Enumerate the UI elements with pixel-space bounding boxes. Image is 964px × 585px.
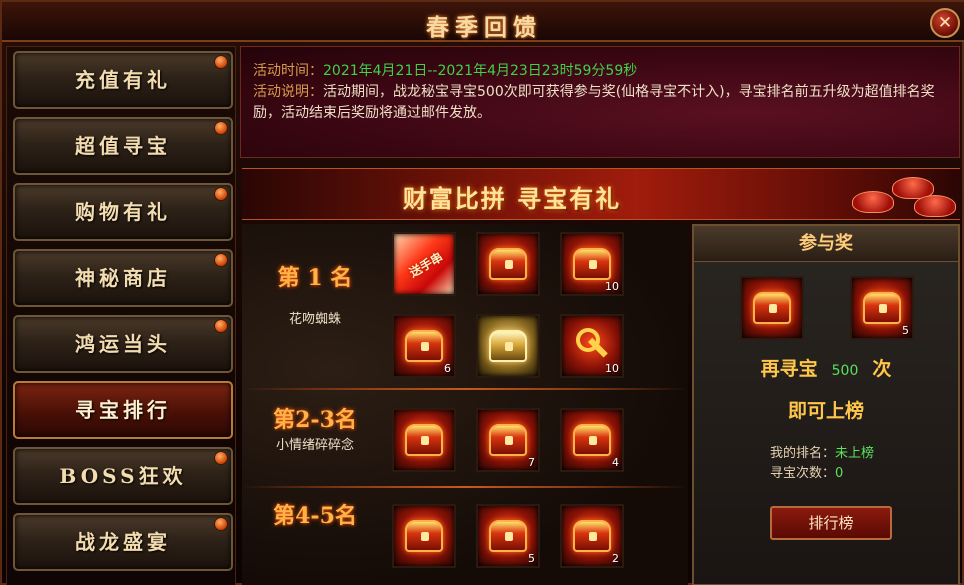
- sidebar-item-label: 战龙盛宴: [75, 530, 171, 554]
- gold-ingot-icon: [914, 195, 956, 217]
- reward-slot[interactable]: 2: [560, 504, 624, 568]
- sidebar-item-label: 充值有礼: [75, 68, 171, 92]
- golden-key-icon: [576, 328, 610, 362]
- sidebar-item-label: 寻宝排行: [75, 398, 171, 422]
- reward-slot[interactable]: 5: [850, 276, 914, 340]
- rank-rewards-area: 第 1 名 花吻蜘蛛 送手串 10 6 10 第2-3名 小情绪碎碎念 7 4 …: [242, 224, 688, 585]
- sidebar-item-mystery-shop[interactable]: 神秘商店: [13, 249, 233, 307]
- reward-slot[interactable]: 10: [560, 232, 624, 296]
- reward-slot[interactable]: [392, 408, 456, 472]
- notification-dot-icon: [214, 517, 228, 531]
- notification-dot-icon: [214, 187, 228, 201]
- reward-slot[interactable]: 7: [476, 408, 540, 472]
- reward-slot[interactable]: [476, 314, 540, 378]
- notification-dot-icon: [214, 121, 228, 135]
- reward-item-label: 送手串: [407, 249, 446, 281]
- notification-dot-icon: [214, 319, 228, 333]
- treasure-chest-icon: [753, 292, 791, 324]
- treasure-chest-icon: [863, 292, 901, 324]
- sidebar-item-label: BOSS狂欢: [59, 464, 187, 488]
- rank-player-name: 花吻蜘蛛: [288, 312, 341, 327]
- event-desc-label: 活动说明：: [253, 84, 323, 100]
- title-bar: 春季回馈 ✕: [2, 2, 964, 42]
- close-icon: ✕: [937, 13, 953, 33]
- participation-title: 参与奖: [694, 226, 958, 262]
- rank-title: 第4-5名: [273, 503, 357, 529]
- participation-reward-panel: 参与奖 5 再寻宝 500 次 即可上榜 我的排名：未上榜 寻宝次数：0 排行榜: [692, 224, 960, 585]
- rank-player-name: 小情绪碎碎念: [275, 438, 354, 453]
- item-count: 2: [612, 552, 619, 565]
- search-count-value: 0: [835, 466, 844, 481]
- sidebar-item-label: 鸿运当头: [75, 332, 171, 356]
- remaining-search-text: 再寻宝 500 次: [694, 354, 958, 381]
- event-info-panel: 活动时间：2021年4月21日--2021年4月23日23时59分59秒 活动说…: [240, 46, 960, 158]
- notification-dot-icon: [214, 253, 228, 267]
- reward-slot[interactable]: [392, 504, 456, 568]
- item-count: 10: [605, 362, 619, 375]
- item-count: 7: [528, 456, 535, 469]
- reward-slot[interactable]: 10: [560, 314, 624, 378]
- sidebar-item-good-luck[interactable]: 鸿运当头: [13, 315, 233, 373]
- item-count: 5: [528, 552, 535, 565]
- banner-title: 财富比拼 寻宝有礼: [402, 184, 622, 213]
- notification-dot-icon: [214, 451, 228, 465]
- treasure-chest-icon: [405, 520, 443, 552]
- remaining-count: 500: [831, 363, 859, 379]
- reward-slot[interactable]: 6: [392, 314, 456, 378]
- reward-slot[interactable]: 4: [560, 408, 624, 472]
- sidebar-item-label: 神秘商店: [75, 266, 171, 290]
- sidebar-item-label: 购物有礼: [75, 200, 171, 224]
- close-button[interactable]: ✕: [930, 8, 960, 38]
- item-count: 6: [444, 362, 451, 375]
- reward-slot[interactable]: [740, 276, 804, 340]
- window-title: 春季回馈: [426, 14, 542, 41]
- sidebar-item-value-treasure[interactable]: 超值寻宝: [13, 117, 233, 175]
- treasure-chest-icon: [489, 248, 527, 280]
- event-time-label: 活动时间：: [253, 63, 323, 79]
- event-banner: 财富比拼 寻宝有礼: [242, 168, 960, 220]
- event-time-value: 2021年4月21日--2021年4月23日23时59分59秒: [323, 63, 638, 79]
- treasure-chest-icon: [573, 424, 611, 456]
- gold-chest-icon: [489, 330, 527, 362]
- sidebar-item-boss-carnival[interactable]: BOSS狂欢: [13, 447, 233, 505]
- sidebar-item-label: 超值寻宝: [75, 134, 171, 158]
- remaining-suffix: 次: [872, 358, 892, 380]
- my-rank-label: 我的排名：: [770, 446, 836, 461]
- divider: [242, 486, 688, 488]
- sidebar-item-dragon-feast[interactable]: 战龙盛宴: [13, 513, 233, 571]
- event-desc-row: 活动说明：活动期间，战龙秘宝寻宝500次即可获得参与奖(仙格寻宝不计入)，寻宝排…: [253, 82, 947, 124]
- rank-title: 第 1 名: [277, 265, 353, 291]
- sidebar-item-recharge[interactable]: 充值有礼: [13, 51, 233, 109]
- my-rank-value: 未上榜: [835, 446, 875, 461]
- notification-dot-icon: [214, 55, 228, 69]
- event-desc-value: 活动期间，战龙秘宝寻宝500次即可获得参与奖(仙格寻宝不计入)，寻宝排名前五升级…: [253, 84, 935, 121]
- treasure-chest-icon: [405, 330, 443, 362]
- treasure-chest-icon: [573, 248, 611, 280]
- divider: [242, 388, 688, 390]
- sidebar: 充值有礼 超值寻宝 购物有礼 神秘商店 鸿运当头 寻宝排行 BOSS狂欢 战龙盛…: [6, 46, 236, 585]
- event-window: 春季回馈 ✕ 充值有礼 超值寻宝 购物有礼 神秘商店 鸿运当头 寻宝排行 BOS…: [0, 0, 964, 585]
- gold-ingot-icon: [852, 191, 894, 213]
- qualify-text: 即可上榜: [787, 400, 864, 422]
- sidebar-item-treasure-ranking[interactable]: 寻宝排行: [13, 381, 233, 439]
- my-rank-row: 我的排名：未上榜: [770, 442, 874, 461]
- treasure-chest-icon: [489, 520, 527, 552]
- sidebar-item-shopping[interactable]: 购物有礼: [13, 183, 233, 241]
- item-count: 4: [612, 456, 619, 469]
- search-count-row: 寻宝次数：0: [770, 462, 843, 481]
- leaderboard-button[interactable]: 排行榜: [770, 506, 892, 540]
- rank-title: 第2-3名: [273, 407, 357, 433]
- remaining-prefix: 再寻宝: [760, 358, 818, 380]
- treasure-chest-icon: [573, 520, 611, 552]
- treasure-chest-icon: [489, 424, 527, 456]
- item-count: 10: [605, 280, 619, 293]
- item-count: 5: [902, 324, 909, 337]
- reward-slot[interactable]: 送手串: [392, 232, 456, 296]
- search-count-label: 寻宝次数：: [770, 466, 836, 481]
- treasure-chest-icon: [405, 424, 443, 456]
- reward-slot[interactable]: [476, 232, 540, 296]
- event-time-row: 活动时间：2021年4月21日--2021年4月23日23时59分59秒: [253, 61, 947, 82]
- reward-slot[interactable]: 5: [476, 504, 540, 568]
